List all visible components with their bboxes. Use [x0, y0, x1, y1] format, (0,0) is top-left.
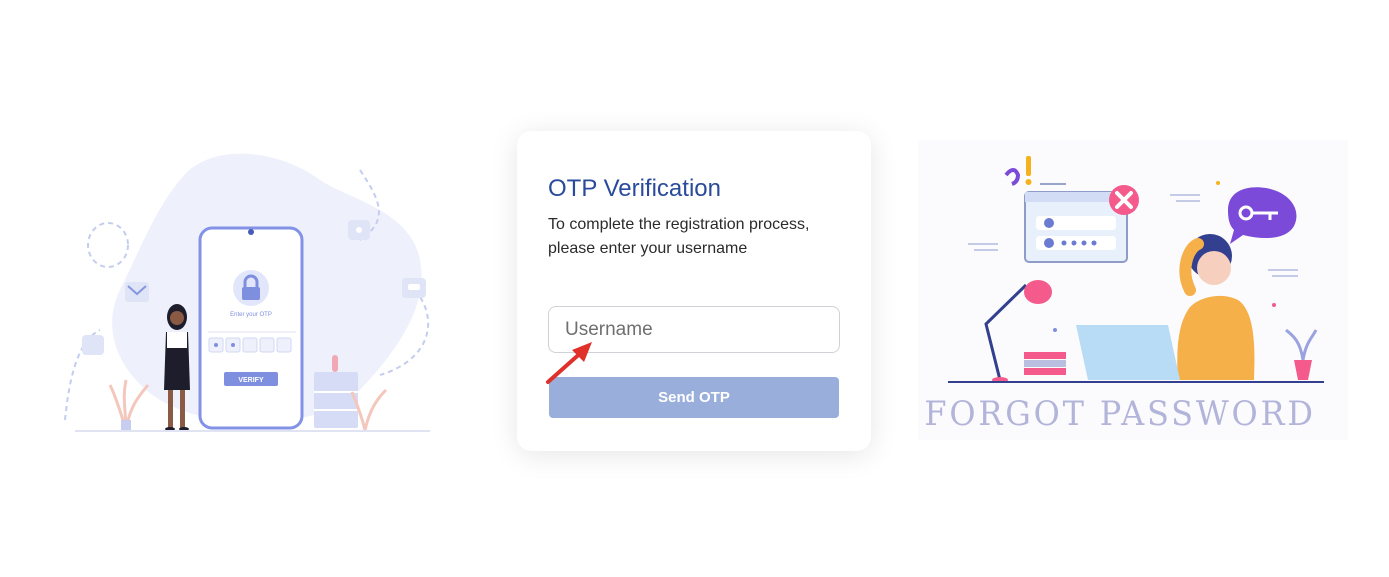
close-icon — [1109, 185, 1139, 215]
forgot-password-illustration: FORGOT PASSWORD — [918, 140, 1348, 440]
otp-phone-illustration: Enter your OTP VERIFY — [64, 153, 430, 432]
verify-label: VERIFY — [238, 377, 264, 384]
phone-screen-label: Enter your OTP — [230, 312, 272, 318]
card-title: OTP Verification — [548, 175, 721, 202]
card-description: To complete the registration process, pl… — [548, 216, 810, 257]
otp-verification-card: OTP Verification To complete the registr… — [517, 131, 871, 451]
lock-icon — [233, 270, 269, 306]
forgot-password-caption: FORGOT PASSWORD — [924, 393, 1315, 433]
mail-icon — [125, 282, 149, 302]
arrow-pointer-icon — [546, 342, 592, 384]
chat-icon — [402, 278, 426, 298]
